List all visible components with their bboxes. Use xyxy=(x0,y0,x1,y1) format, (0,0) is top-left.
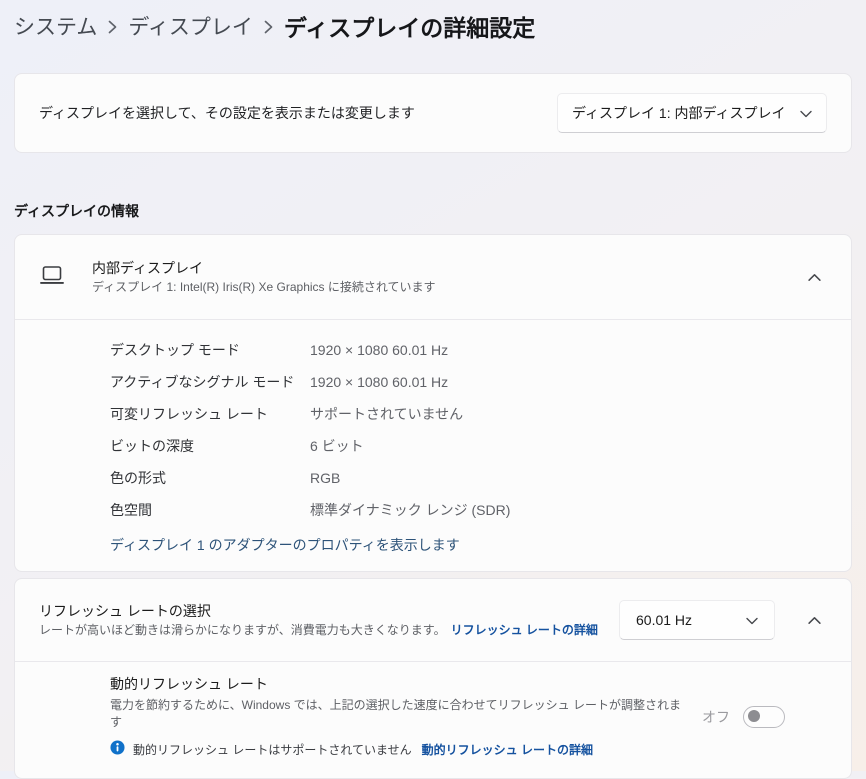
display-info-card: 内部ディスプレイ ディスプレイ 1: Intel(R) Iris(R) Xe G… xyxy=(14,234,852,572)
breadcrumb-item-display[interactable]: ディスプレイ xyxy=(128,11,253,41)
display-select-dropdown[interactable]: ディスプレイ 1: 内部ディスプレイ xyxy=(557,93,827,133)
table-row: 可変リフレッシュ レート サポートされていません xyxy=(110,398,827,430)
breadcrumb: システム ディスプレイ ディスプレイの詳細設定 xyxy=(0,0,866,43)
chevron-down-icon xyxy=(746,612,758,628)
adapter-properties-link[interactable]: ディスプレイ 1 のアダプターのプロパティを表示します xyxy=(110,535,460,555)
chevron-right-icon xyxy=(264,20,273,34)
breadcrumb-item-system[interactable]: システム xyxy=(14,11,97,41)
refresh-rate-value: 60.01 Hz xyxy=(636,612,692,628)
chevron-right-icon xyxy=(108,20,117,34)
display-selector-card: ディスプレイを選択して、その設定を表示または変更します ディスプレイ 1: 内部… xyxy=(14,73,852,153)
section-title-display-info: ディスプレイの情報 xyxy=(14,201,866,221)
dynamic-refresh-toggle[interactable] xyxy=(743,706,785,728)
display-selector-label: ディスプレイを選択して、その設定を表示または変更します xyxy=(39,103,415,123)
display-select-value: ディスプレイ 1: 内部ディスプレイ xyxy=(572,103,786,123)
property-label: 色の形式 xyxy=(110,468,310,488)
property-value: 1920 × 1080 60.01 Hz xyxy=(310,340,448,360)
toggle-knob xyxy=(748,710,760,722)
property-label: 可変リフレッシュ レート xyxy=(110,404,310,424)
dynamic-refresh-learn-more-link[interactable]: 動的リフレッシュ レートの詳細 xyxy=(422,741,593,758)
chevron-down-icon xyxy=(800,105,812,121)
refresh-rate-card: リフレッシュ レートの選択 レートが高いほど動きは滑らかになりますが、消費電力も… xyxy=(14,578,852,779)
display-properties: デスクトップ モード 1920 × 1080 60.01 Hz アクティブなシグ… xyxy=(15,320,851,571)
chevron-up-icon[interactable] xyxy=(801,607,827,633)
table-row: 色空間 標準ダイナミック レンジ (SDR) xyxy=(110,494,827,526)
property-value: 標準ダイナミック レンジ (SDR) xyxy=(310,500,510,520)
chevron-up-icon[interactable] xyxy=(801,264,827,290)
refresh-rate-expander-header[interactable]: リフレッシュ レートの選択 レートが高いほど動きは滑らかになりますが、消費電力も… xyxy=(15,579,851,661)
refresh-rate-title: リフレッシュ レートの選択 xyxy=(39,602,619,620)
page-title: ディスプレイの詳細設定 xyxy=(284,9,535,43)
property-value: RGB xyxy=(310,468,340,488)
table-row: 色の形式 RGB xyxy=(110,462,827,494)
display-info-card-title: 内部ディスプレイ xyxy=(92,259,774,277)
property-label: アクティブなシグナル モード xyxy=(110,372,310,392)
refresh-rate-description: レートが高いほど動きは滑らかになりますが、消費電力も大きくなります。 xyxy=(39,623,446,637)
display-info-card-subtitle: ディスプレイ 1: Intel(R) Iris(R) Xe Graphics に… xyxy=(92,280,774,295)
table-row: デスクトップ モード 1920 × 1080 60.01 Hz xyxy=(110,334,827,366)
table-row: アクティブなシグナル モード 1920 × 1080 60.01 Hz xyxy=(110,366,827,398)
property-label: 色空間 xyxy=(110,500,310,520)
dynamic-refresh-description: 電力を節約するために、Windows では、上記の選択した速度に合わせてリフレッ… xyxy=(110,697,692,731)
info-icon xyxy=(110,740,125,758)
toggle-state-label: オフ xyxy=(702,707,730,727)
table-row: ビットの深度 6 ビット xyxy=(110,430,827,462)
property-value: 1920 × 1080 60.01 Hz xyxy=(310,372,448,392)
property-value: サポートされていません xyxy=(310,404,463,424)
refresh-rate-learn-more-link[interactable]: リフレッシュ レートの詳細 xyxy=(451,623,598,637)
laptop-icon xyxy=(39,264,65,291)
property-label: ビットの深度 xyxy=(110,436,310,456)
dynamic-refresh-title: 動的リフレッシュ レート xyxy=(110,675,692,693)
property-value: 6 ビット xyxy=(310,436,364,456)
property-label: デスクトップ モード xyxy=(110,340,310,360)
display-info-expander-header[interactable]: 内部ディスプレイ ディスプレイ 1: Intel(R) Iris(R) Xe G… xyxy=(15,235,851,319)
refresh-rate-dropdown[interactable]: 60.01 Hz xyxy=(619,600,775,640)
dynamic-refresh-section: 動的リフレッシュ レート 電力を節約するために、Windows では、上記の選択… xyxy=(15,662,851,778)
dynamic-refresh-status: 動的リフレッシュ レートはサポートされていません xyxy=(133,741,412,758)
